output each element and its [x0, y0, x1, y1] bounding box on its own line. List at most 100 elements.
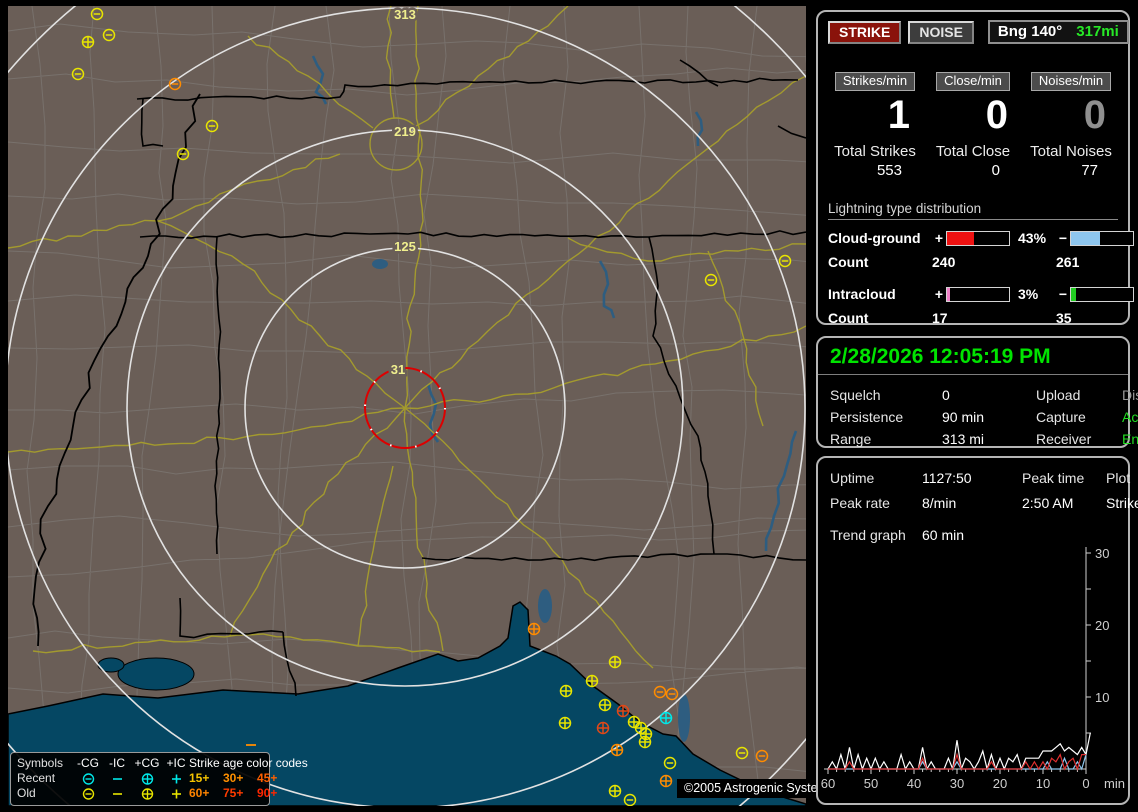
trend-graph-window: 60 min — [922, 527, 1116, 543]
legend-col-neg-cg: -CG — [73, 756, 103, 771]
plus-sign: + — [932, 230, 946, 246]
strike-symbol — [597, 722, 609, 734]
svg-text:10: 10 — [1095, 690, 1109, 705]
svg-text:31: 31 — [391, 362, 405, 377]
cg-negative-icon — [73, 772, 103, 786]
age-45: 45+ — [257, 771, 291, 786]
ic-negative-icon — [103, 772, 131, 786]
strike-symbol — [528, 623, 540, 635]
trend-graph: 1020306050403020100min — [818, 543, 1128, 799]
svg-text:60: 60 — [821, 776, 835, 791]
squelch-value: 0 — [942, 387, 1036, 403]
ic-positive-icon — [163, 787, 189, 801]
cg-positive-icon — [131, 772, 163, 786]
strike-symbol — [617, 705, 629, 717]
range-label: Range — [830, 431, 942, 447]
uptime-label: Uptime — [830, 470, 922, 486]
strike-symbol — [660, 712, 672, 724]
receiver-label: Receiver — [1036, 431, 1122, 447]
map-legend: Symbols -CG -IC +CG +IC Strike age color… — [10, 752, 270, 806]
intracloud-label: Intracloud — [828, 286, 932, 302]
svg-text:min: min — [1104, 776, 1125, 791]
strike-map[interactable]: 31321912531 Symbols -CG -IC +CG +IC Stri… — [8, 6, 806, 806]
bearing-range-value: 317mi — [1076, 23, 1119, 40]
svg-text:10: 10 — [1036, 776, 1050, 791]
minus-sign: − — [1056, 230, 1070, 246]
noise-button[interactable]: NOISE — [908, 21, 974, 44]
legend-symbols-header: Symbols — [17, 756, 73, 771]
strike-symbol — [660, 775, 672, 787]
cg-negative-icon — [73, 787, 103, 801]
upload-label: Upload — [1036, 387, 1122, 403]
svg-text:50: 50 — [864, 776, 878, 791]
age-15: 15+ — [189, 771, 223, 786]
svg-text:219: 219 — [394, 124, 416, 139]
strike-symbol — [628, 716, 640, 728]
strike-button[interactable]: STRIKE — [828, 21, 901, 44]
legend-old-label: Old — [17, 786, 73, 801]
map-canvas: 31321912531 — [8, 6, 806, 806]
legend-col-pos-ic: +IC — [163, 756, 189, 771]
cg-positive-icon — [131, 787, 163, 801]
strike-stats-panel: STRIKE NOISE Bng 140° 317mi Strikes/min … — [816, 10, 1130, 325]
bearing-display: Bng 140° 317mi — [988, 20, 1129, 44]
ic-positive-bar — [946, 287, 1010, 302]
svg-text:20: 20 — [1095, 618, 1109, 633]
strike-symbol — [609, 656, 621, 668]
peak-rate-label: Peak rate — [830, 495, 922, 511]
legend-col-neg-ic: -IC — [103, 756, 131, 771]
nexstorm-window: 31321912531 Symbols -CG -IC +CG +IC Stri… — [0, 0, 1138, 812]
strike-symbol — [560, 685, 572, 697]
age-30: 30+ — [223, 771, 257, 786]
ic-negative-icon — [103, 787, 131, 801]
svg-text:125: 125 — [394, 239, 416, 254]
count-label: Count — [828, 254, 932, 270]
legend-recent-label: Recent — [17, 771, 73, 786]
peak-rate-value: 8/min — [922, 495, 1022, 511]
trend-graph-label: Trend graph — [830, 527, 922, 543]
legend-age-header: Strike age color codes — [189, 756, 291, 771]
svg-text:30: 30 — [950, 776, 964, 791]
minus-sign: − — [1056, 286, 1070, 302]
ic-positive-count: 17 — [932, 310, 1056, 326]
persistence-label: Persistence — [830, 409, 942, 425]
distribution-title: Lightning type distribution — [828, 201, 1118, 220]
uptime-value: 1127:50 — [922, 470, 1022, 486]
ic-positive-pct: 3% — [1012, 286, 1056, 302]
strike-symbol — [639, 736, 651, 748]
persistence-value: 90 min — [942, 409, 1036, 425]
ic-positive-icon — [163, 772, 189, 786]
strike-symbol — [82, 36, 94, 48]
strike-symbol — [586, 675, 598, 687]
status-panel: 2/28/2026 12:05:19 PM Squelch 0 Upload D… — [816, 336, 1130, 448]
strike-symbol — [599, 699, 611, 711]
cg-negative-bar — [1070, 231, 1134, 246]
cg-positive-bar — [946, 231, 1010, 246]
close-per-min-value: 0 — [924, 93, 1022, 137]
peak-time-value: 2:50 AM — [1022, 495, 1106, 511]
total-close-label: Total Close — [924, 143, 1022, 160]
total-close-value: 0 — [924, 162, 1022, 179]
cg-positive-count: 240 — [932, 254, 1056, 270]
svg-text:40: 40 — [907, 776, 921, 791]
strikes-per-min-value: 1 — [826, 93, 924, 137]
svg-text:30: 30 — [1095, 546, 1109, 561]
peak-time-label: Peak time — [1022, 470, 1106, 486]
ic-negative-bar — [1070, 287, 1134, 302]
strike-symbol — [559, 717, 571, 729]
plus-sign: + — [932, 286, 946, 302]
noises-per-min-value: 0 — [1022, 93, 1120, 137]
upload-status: Disabled — [1122, 387, 1138, 403]
ic-negative-count: 35 — [1056, 310, 1118, 326]
cg-positive-pct: 43% — [1012, 230, 1056, 246]
svg-text:20: 20 — [993, 776, 1007, 791]
legend-col-pos-cg: +CG — [131, 756, 163, 771]
datetime-display: 2/28/2026 12:05:19 PM — [818, 338, 1128, 375]
cg-negative-count: 261 — [1056, 254, 1118, 270]
total-noises-label: Total Noises — [1022, 143, 1120, 160]
capture-label: Capture — [1036, 409, 1122, 425]
range-value: 313 mi — [942, 431, 1036, 447]
strikes-per-min-badge: Strikes/min — [835, 72, 915, 91]
total-strikes-label: Total Strikes — [826, 143, 924, 160]
age-75: 75+ — [223, 786, 257, 801]
